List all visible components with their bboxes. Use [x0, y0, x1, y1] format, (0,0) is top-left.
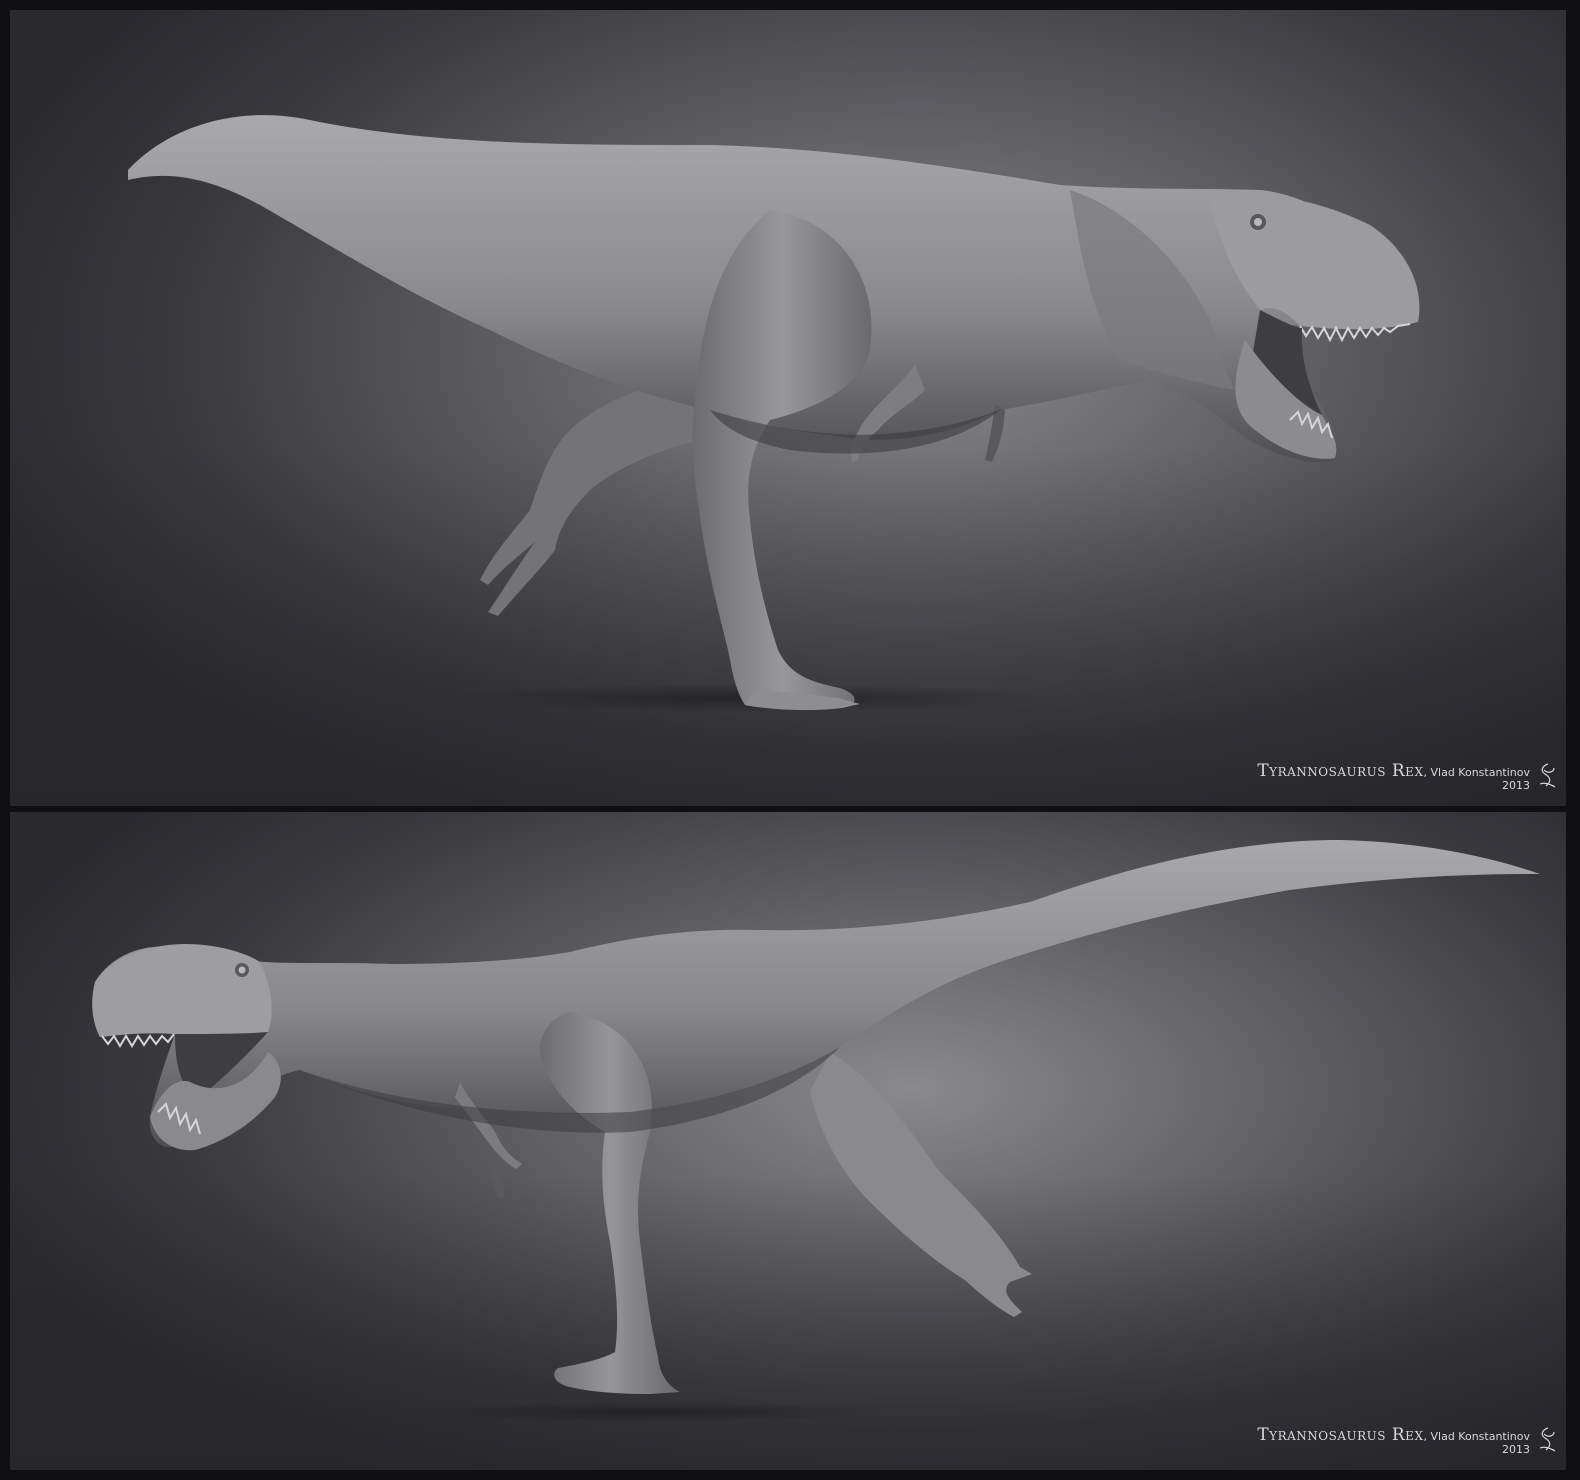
- caption-author: , Vlad Konstantinov: [1423, 765, 1531, 779]
- caption-author: , Vlad Konstantinov: [1423, 1429, 1531, 1443]
- render-panel-top: Tyrannosaurus Rex, Vlad Konstantinov 201…: [10, 10, 1566, 806]
- caption-year: 2013: [1502, 1443, 1530, 1457]
- caption-title: Tyrannosaurus Rex: [1257, 1424, 1424, 1445]
- head: [92, 944, 272, 1037]
- trex-sculpt-left-facing: [92, 840, 1540, 1422]
- caption-title: Tyrannosaurus Rex: [1257, 760, 1424, 781]
- far-arm: [488, 1152, 505, 1198]
- near-leg: [692, 210, 872, 710]
- image-caption: Tyrannosaurus Rex, Vlad Konstantinov 201…: [1257, 760, 1531, 793]
- render-panel-bottom: Tyrannosaurus Rex, Vlad Konstantinov 201…: [10, 812, 1566, 1470]
- image-caption: Tyrannosaurus Rex, Vlad Konstantinov 201…: [1257, 1424, 1531, 1457]
- far-leg: [810, 1052, 1032, 1317]
- upper-teeth: [101, 1033, 175, 1048]
- far-leg: [480, 381, 700, 616]
- artist-signature-icon: [1539, 1427, 1556, 1452]
- trex-sculpt-right-facing: [128, 115, 1420, 712]
- ground-shadow: [420, 1402, 880, 1422]
- artist-signature-icon: [1539, 763, 1556, 788]
- caption-year: 2013: [1502, 779, 1530, 793]
